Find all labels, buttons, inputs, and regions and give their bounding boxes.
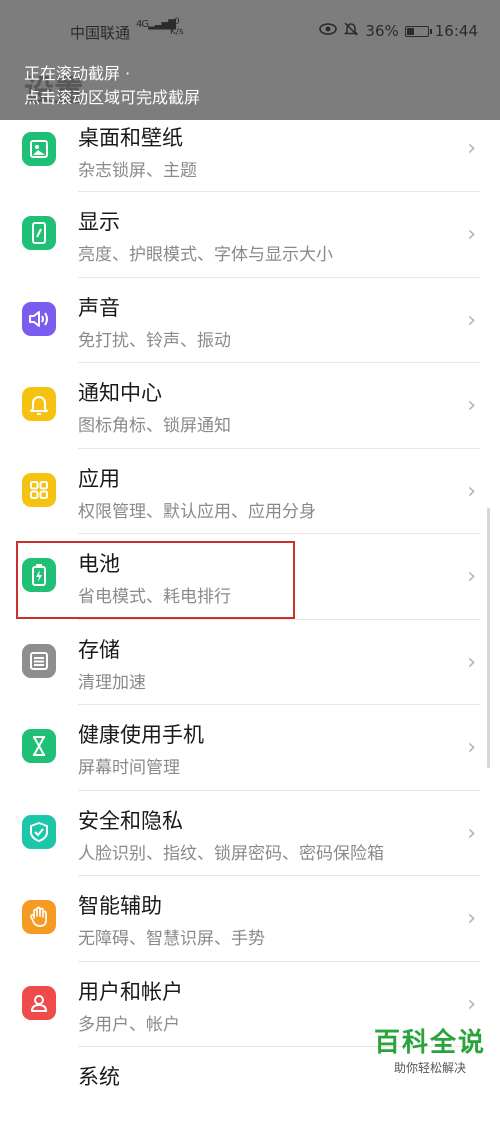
- settings-item-subtitle: 杂志锁屏、主题: [78, 161, 197, 181]
- settings-item-title: 声音: [78, 295, 120, 320]
- settings-item-title: 存储: [78, 637, 120, 662]
- settings-item-subtitle: 无障碍、智慧识屏、手势: [78, 929, 265, 949]
- hourglass-icon: [22, 729, 56, 763]
- chevron-right-icon: ›: [467, 136, 476, 161]
- settings-item-title: 用户和帐户: [78, 979, 183, 1004]
- settings-item-subtitle: 人脸识别、指纹、锁屏密码、密码保险箱: [78, 843, 384, 864]
- hand-icon: [22, 900, 56, 934]
- chevron-right-icon: ›: [467, 991, 476, 1017]
- settings-item-apps[interactable]: 应用 权限管理、默认应用、应用分身 ›: [0, 449, 500, 534]
- battery-status-icon: [404, 25, 432, 37]
- settings-item-subtitle: 免打扰、铃声、振动: [78, 330, 231, 351]
- settings-item-subtitle: 亮度、护眼模式、字体与显示大小: [78, 245, 333, 265]
- status-right: 36% 16:44: [319, 21, 478, 41]
- chevron-right-icon: ›: [467, 222, 476, 247]
- settings-item-storage[interactable]: 存储 清理加速 ›: [0, 620, 500, 705]
- settings-list: 桌面和壁纸 杂志锁屏、主题 › 显示 亮度、护眼模式、字体与显示大小 › 声音 …: [0, 120, 500, 1133]
- scroll-capture-hint[interactable]: 正在滚动截屏 · 点击滚动区域可完成截屏: [24, 62, 200, 110]
- settings-item-title: 应用: [78, 466, 120, 491]
- carrier-label: 中国联通: [70, 24, 131, 42]
- settings-item-title: 通知中心: [78, 381, 162, 405]
- annotation-highlight-box: [16, 541, 295, 619]
- watermark-sub: 助你轻松解决: [393, 1061, 466, 1075]
- scroll-capture-line2: 点击滚动区域可完成截屏: [24, 88, 201, 107]
- watermark-main: 百科全说: [373, 1028, 486, 1058]
- net-speed: 0 K/s: [170, 17, 184, 37]
- screenshot-overlay[interactable]: 中国联通 4G▂▃▅▇ 0 K/s 36% 16:44 设置 正在滚动截屏 · …: [0, 0, 500, 120]
- settings-item-title: 健康使用手机: [78, 723, 204, 747]
- scroll-capture-line1: 正在滚动截屏 ·: [24, 64, 131, 83]
- chevron-right-icon: ›: [467, 906, 476, 931]
- storage-icon: [22, 643, 56, 678]
- settings-item-subtitle: 清理加速: [78, 672, 146, 693]
- settings-item-subtitle: 权限管理、默认应用、应用分身: [78, 501, 316, 522]
- chevron-right-icon: ›: [467, 478, 476, 504]
- net-speed-unit: K/s: [170, 27, 184, 37]
- settings-item-subtitle: 图标角标、锁屏通知: [78, 416, 231, 436]
- wallpaper-icon: [22, 132, 56, 166]
- signal-tag: 4G: [136, 19, 149, 30]
- settings-item-subtitle: 屏幕时间管理: [78, 758, 180, 778]
- settings-item-security[interactable]: 安全和隐私 人脸识别、指纹、锁屏密码、密码保险箱 ›: [0, 791, 500, 876]
- net-speed-value: 0: [173, 17, 180, 27]
- settings-item-digital-balance[interactable]: 健康使用手机 屏幕时间管理 ›: [0, 705, 500, 791]
- chevron-right-icon: ›: [467, 820, 476, 846]
- settings-item-smart-assistance[interactable]: 智能辅助 无障碍、智慧识屏、手势 ›: [0, 876, 500, 962]
- battery-percent: 36%: [365, 22, 399, 40]
- eye-icon: [319, 22, 338, 40]
- settings-item-display[interactable]: 显示 亮度、护眼模式、字体与显示大小 ›: [0, 192, 500, 278]
- chevron-right-icon: ›: [467, 307, 476, 333]
- settings-item-title: 智能辅助: [78, 894, 162, 918]
- watermark: 百科全说 助你轻松解决: [374, 1022, 486, 1076]
- bell-icon: [22, 387, 56, 421]
- settings-item-subtitle: 多用户、帐户: [78, 1014, 180, 1035]
- user-icon: [22, 985, 56, 1020]
- settings-item-title: 桌面和壁纸: [78, 126, 183, 150]
- shield-icon: [22, 814, 56, 849]
- mute-icon: [343, 21, 359, 41]
- settings-item-title: 系统: [78, 1065, 120, 1089]
- scrollbar[interactable]: [487, 508, 490, 768]
- clock: 16:44: [434, 22, 478, 40]
- chevron-right-icon: ›: [467, 564, 476, 589]
- settings-item-notifications[interactable]: 通知中心 图标角标、锁屏通知 ›: [0, 363, 500, 449]
- chevron-right-icon: ›: [467, 735, 476, 760]
- settings-item-title: 显示: [78, 210, 120, 234]
- status-bar: 中国联通 4G▂▃▅▇ 0 K/s 36% 16:44: [0, 0, 500, 62]
- chevron-right-icon: ›: [467, 649, 476, 675]
- chevron-right-icon: ›: [467, 393, 476, 418]
- sound-icon: [22, 301, 56, 336]
- display-icon: [22, 216, 56, 250]
- settings-item-title: 安全和隐私: [78, 808, 183, 833]
- settings-item-sound[interactable]: 声音 免打扰、铃声、振动 ›: [0, 278, 500, 363]
- apps-grid-icon: [22, 472, 56, 507]
- settings-item-wallpaper[interactable]: 桌面和壁纸 杂志锁屏、主题 ›: [0, 120, 500, 192]
